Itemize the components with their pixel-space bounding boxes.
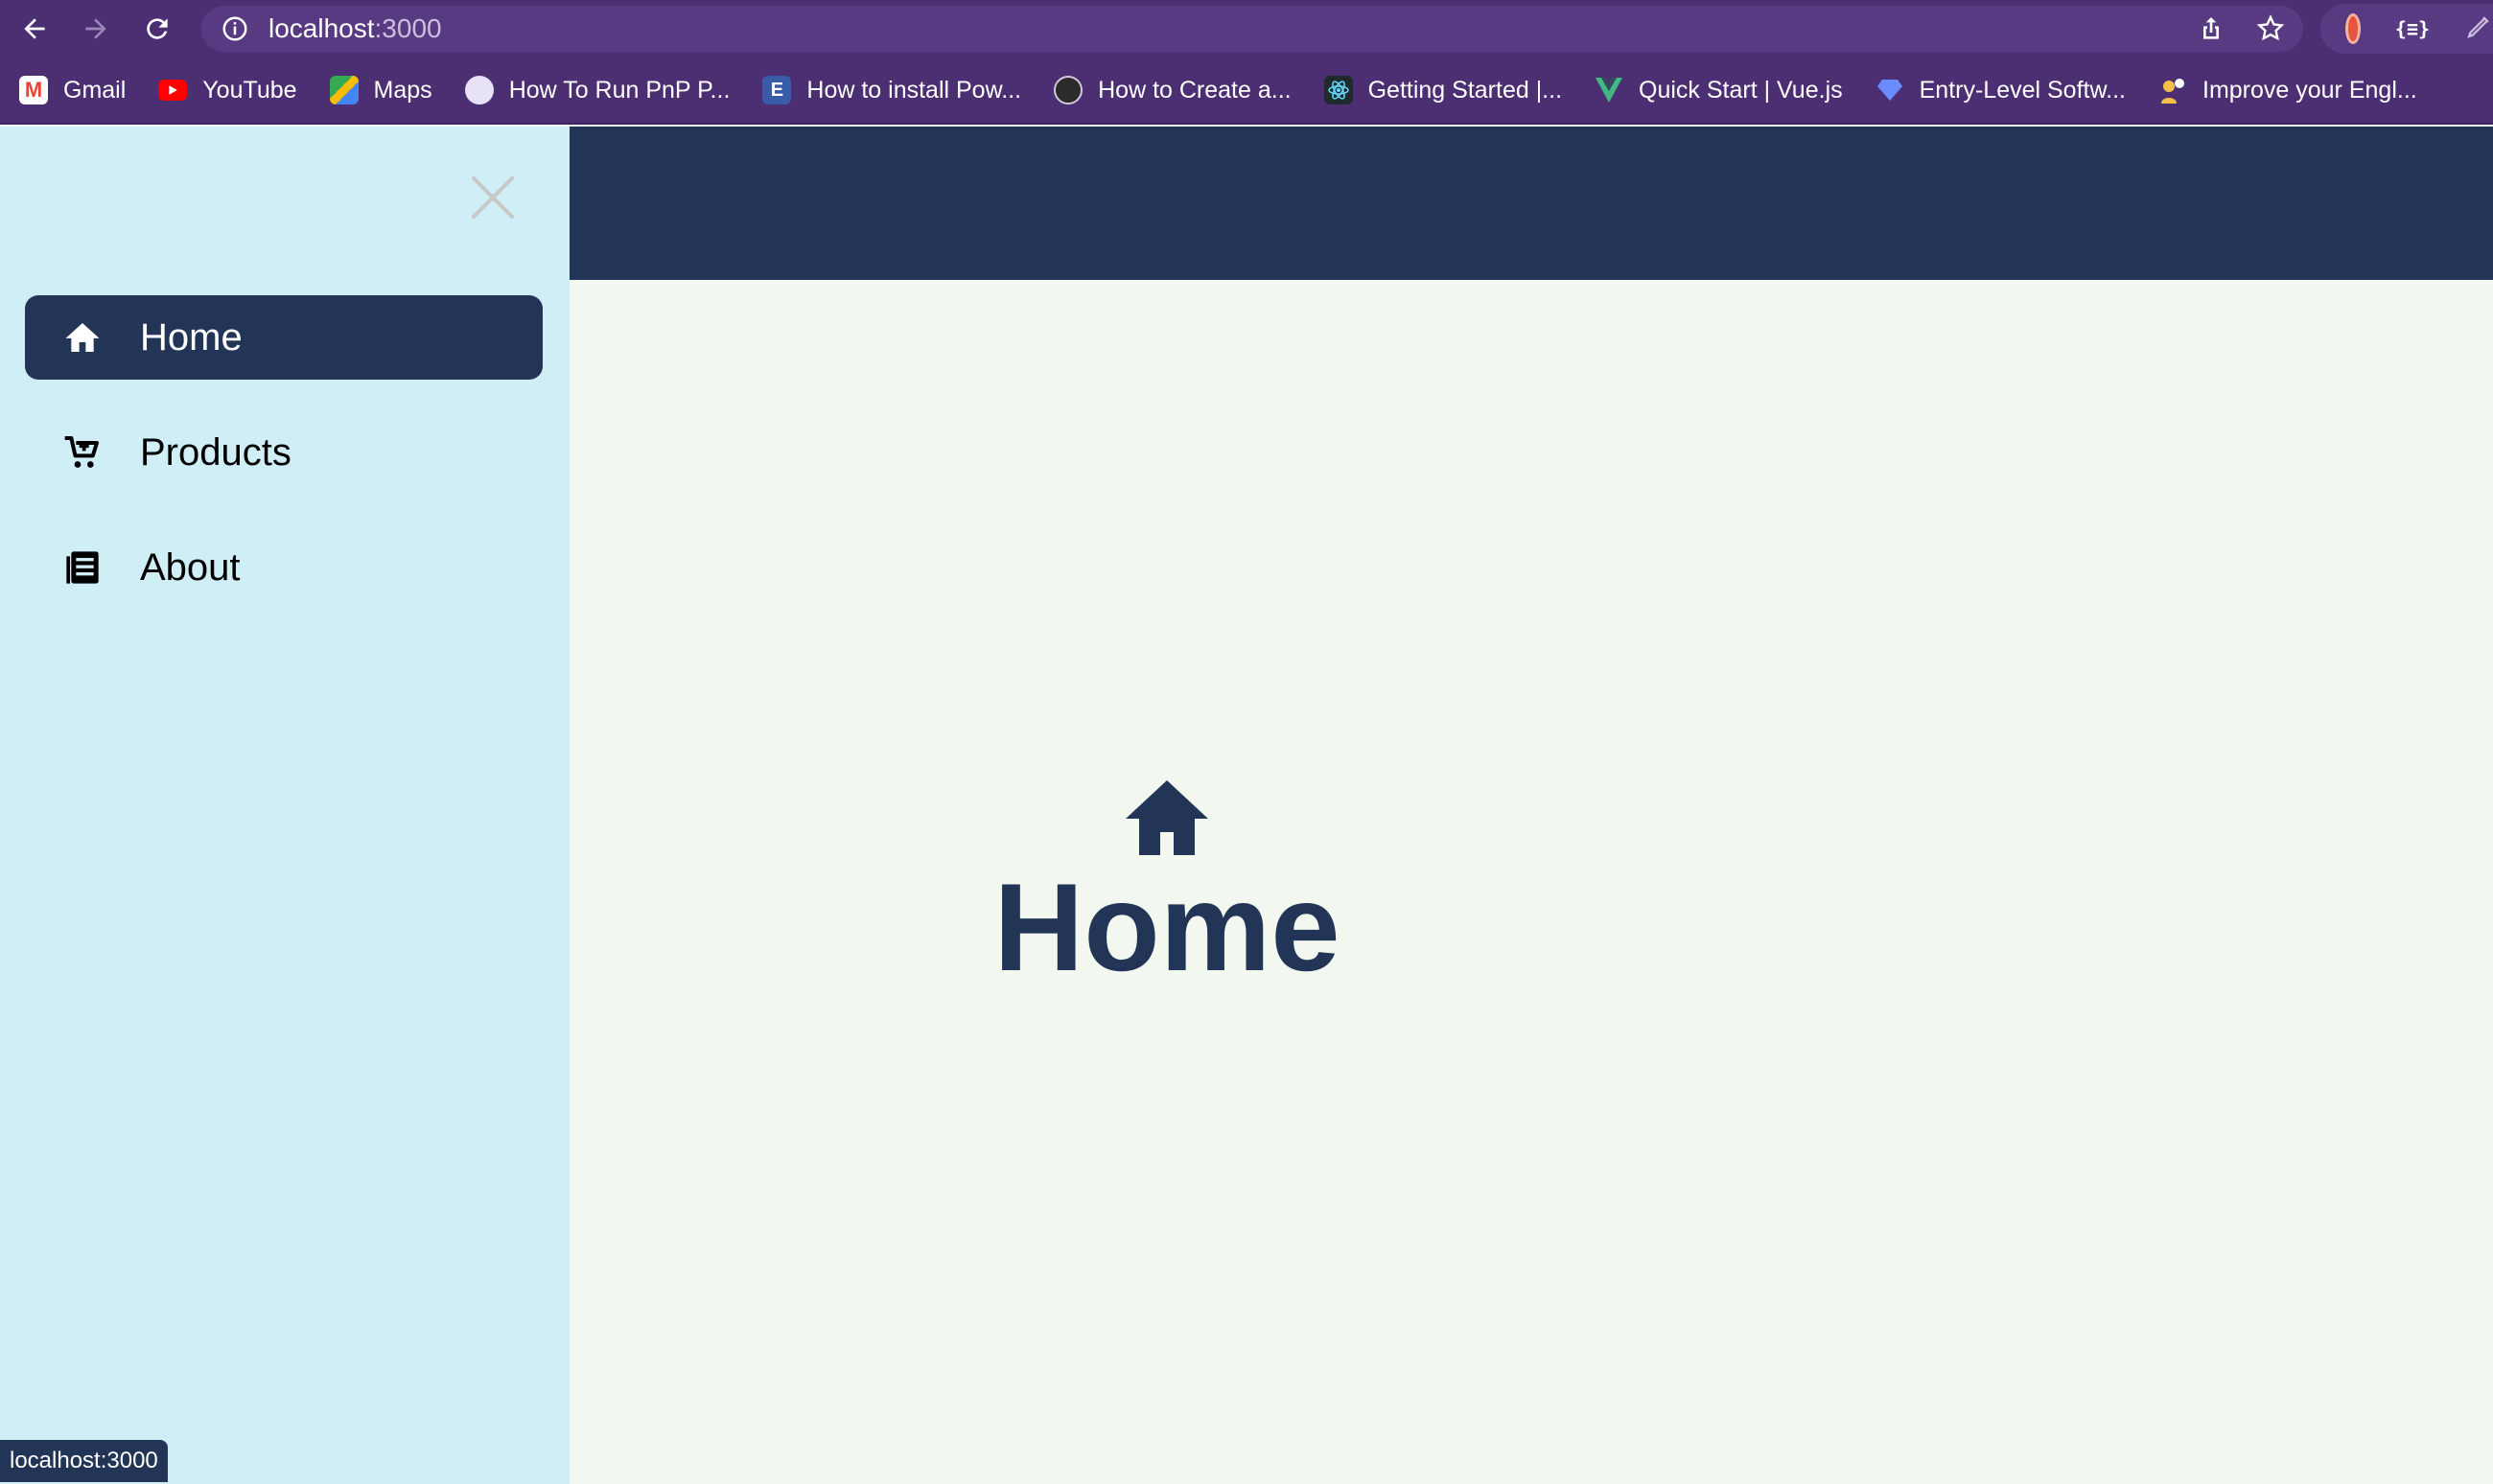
vue-icon: [1595, 76, 1623, 104]
bookmark[interactable]: How To Run PnP P...: [464, 76, 731, 104]
app-header: [570, 127, 2493, 280]
forward-button[interactable]: [75, 8, 117, 50]
reload-button[interactable]: [136, 8, 178, 50]
page-hero: Home: [570, 778, 1764, 989]
avatar-icon: [1054, 76, 1083, 104]
extension-red-panda-icon[interactable]: [2345, 13, 2361, 44]
sidebar-item-home[interactable]: Home: [25, 295, 543, 380]
url-text: localhost:3000: [268, 13, 442, 44]
bookmark-label: YouTube: [202, 76, 297, 104]
gmail-icon: M: [19, 76, 48, 104]
bookmark-label: Gmail: [63, 76, 127, 104]
close-sidebar-button[interactable]: [468, 173, 518, 222]
bookmark-label: Entry-Level Softw...: [1919, 76, 2126, 104]
home-icon: [1126, 780, 1208, 855]
gem-icon: [1876, 76, 1904, 104]
browser-toolbar: localhost:3000 {≡}: [0, 0, 2493, 58]
bookmark-label: Improve your Engl...: [2202, 76, 2417, 104]
react-icon: [1323, 76, 1353, 104]
share-icon[interactable]: [2196, 13, 2226, 44]
bookmark[interactable]: E How to install Pow...: [762, 76, 1021, 104]
youtube-icon: [158, 80, 188, 101]
pnp-icon: [464, 76, 494, 104]
url-port: :3000: [374, 13, 442, 43]
bookmark[interactable]: How to Create a...: [1054, 76, 1292, 104]
sidebar-item-label: About: [140, 545, 241, 589]
bookmark[interactable]: Maps: [329, 76, 432, 104]
url-host: localhost: [268, 13, 375, 43]
maps-icon: [329, 76, 359, 104]
sidebar-item-products[interactable]: Products: [25, 410, 543, 495]
sidebar: Home Products About: [0, 127, 570, 1484]
status-bar-url: localhost:3000: [0, 1440, 168, 1482]
bookmark[interactable]: M Gmail: [19, 76, 126, 104]
reload-icon: [147, 18, 168, 39]
back-button[interactable]: [13, 8, 56, 50]
bookmark-label: Maps: [373, 76, 432, 104]
address-bar[interactable]: localhost:3000: [201, 6, 2303, 52]
main-content: Home: [570, 280, 2493, 1484]
bookmark[interactable]: Getting Started |...: [1323, 76, 1563, 104]
cart-icon: [63, 433, 102, 472]
arrow-right-icon: [85, 18, 106, 39]
bookmark[interactable]: Quick Start | Vue.js: [1595, 76, 1843, 104]
sidebar-item-label: Products: [140, 430, 291, 474]
bookmark-label: How To Run PnP P...: [508, 76, 731, 104]
star-icon[interactable]: [2255, 13, 2286, 44]
sidebar-item-label: Home: [140, 315, 243, 359]
bookmark-label: How to install Pow...: [806, 76, 1022, 104]
list-icon: [63, 548, 102, 587]
bookmarks-bar: M Gmail YouTube Maps How To Run PnP P... …: [0, 58, 2493, 125]
bookmark[interactable]: Entry-Level Softw...: [1876, 76, 2126, 104]
extension-json-icon[interactable]: {≡}: [2395, 17, 2430, 40]
extensions-area: {≡}: [2320, 4, 2493, 54]
page-title: Home: [993, 857, 1340, 997]
arrow-left-icon: [24, 18, 45, 39]
home-icon: [63, 318, 102, 357]
bookmark-label: Getting Started |...: [1367, 76, 1563, 104]
extension-pen-icon[interactable]: [2464, 12, 2493, 46]
people-icon: [2158, 76, 2187, 104]
bookmark-label: How to Create a...: [1098, 76, 1292, 104]
bookmark[interactable]: Improve your Engl...: [2158, 76, 2417, 104]
powershell-icon: E: [762, 76, 792, 104]
sidebar-item-about[interactable]: About: [25, 525, 543, 610]
bookmark-label: Quick Start | Vue.js: [1639, 76, 1843, 104]
close-icon: [472, 176, 514, 219]
bookmark[interactable]: YouTube: [158, 76, 297, 104]
info-icon: [222, 16, 247, 41]
